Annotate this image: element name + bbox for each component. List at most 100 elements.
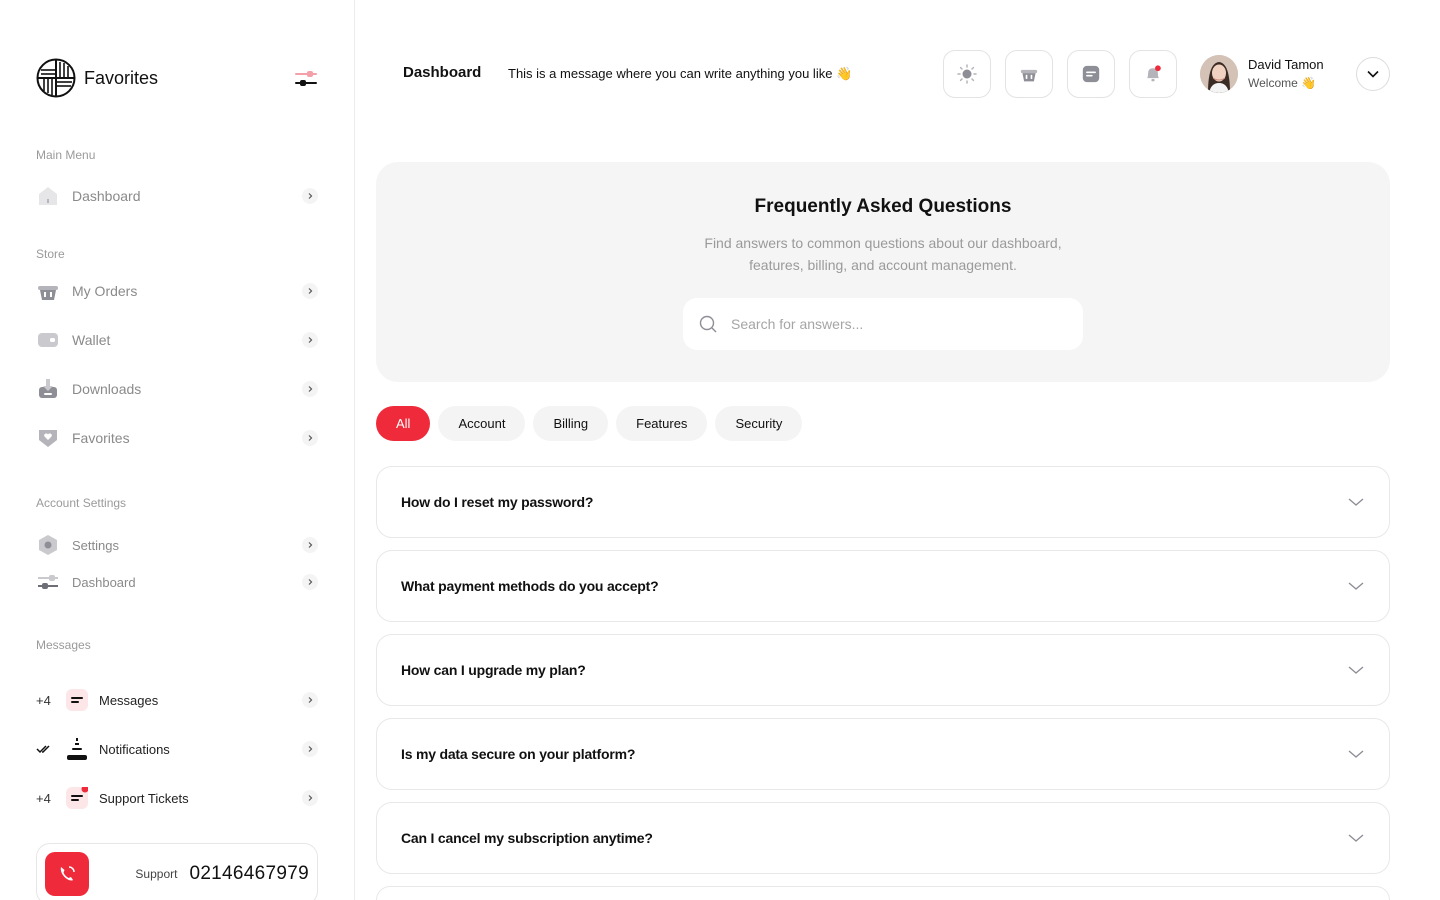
user-name: David Tamon bbox=[1248, 57, 1324, 72]
brand-name: Favorites bbox=[84, 67, 159, 88]
cart-button[interactable] bbox=[1005, 50, 1053, 98]
faq-title: Frequently Asked Questions bbox=[754, 196, 1012, 217]
sidebar-item-label: Settings bbox=[72, 537, 119, 553]
tab-account[interactable]: Account bbox=[438, 406, 526, 441]
message-count-badge: +4 bbox=[36, 692, 51, 708]
search-input[interactable] bbox=[731, 316, 1051, 332]
faq-item[interactable]: Is my data secure on your platform? bbox=[376, 718, 1390, 790]
faq-search bbox=[683, 298, 1083, 350]
download-icon bbox=[36, 377, 60, 401]
ticket-lines-icon bbox=[65, 786, 89, 810]
sidebar-item-support-tickets[interactable]: +4 Support Tickets bbox=[36, 783, 318, 813]
search-icon bbox=[699, 315, 717, 333]
sidebar-item-label: Notifications bbox=[99, 741, 170, 757]
brand-logo-icon bbox=[36, 58, 76, 98]
chevron-right-icon bbox=[302, 283, 318, 299]
chevron-right-icon bbox=[302, 332, 318, 348]
support-label: Support bbox=[135, 867, 178, 881]
faq-subtitle-line: features, billing, and account managemen… bbox=[749, 257, 1017, 273]
avatar[interactable] bbox=[1200, 55, 1238, 93]
tab-security[interactable]: Security bbox=[715, 406, 803, 441]
chevron-down-icon bbox=[1348, 750, 1364, 758]
sidebar-item-dashboard-settings[interactable]: Dashboard bbox=[36, 567, 318, 597]
chevron-down-icon bbox=[1348, 666, 1364, 674]
section-account-settings: Account Settings bbox=[36, 496, 127, 510]
faq-subtitle-line: Find answers to common questions about o… bbox=[704, 235, 1062, 251]
faq-item[interactable]: How can I upgrade my plan? bbox=[376, 634, 1390, 706]
section-main-menu: Main Menu bbox=[36, 148, 96, 162]
sidebar-item-dashboard[interactable]: Dashboard bbox=[36, 181, 318, 211]
bell-icon bbox=[65, 737, 89, 761]
faq-hero: Frequently Asked Questions Find answers … bbox=[376, 162, 1390, 382]
sidebar-toggle-icon[interactable] bbox=[294, 68, 318, 90]
tab-billing[interactable]: Billing bbox=[533, 406, 609, 441]
chevron-down-icon bbox=[1348, 582, 1364, 590]
hexagon-gear-icon bbox=[36, 533, 60, 557]
sidebar-item-notifications[interactable]: Notifications bbox=[36, 734, 318, 764]
double-check-icon bbox=[36, 742, 58, 757]
brand[interactable]: Favorites bbox=[36, 58, 158, 98]
sidebar-item-label: Favorites bbox=[72, 430, 130, 446]
sliders-icon bbox=[36, 570, 60, 594]
sidebar-item-label: Dashboard bbox=[72, 188, 141, 204]
faq-question: Can I cancel my subscription anytime? bbox=[401, 830, 653, 846]
basket-icon bbox=[36, 279, 60, 303]
sidebar-item-label: Dashboard bbox=[72, 574, 136, 590]
chevron-right-icon bbox=[302, 430, 318, 446]
bell-icon bbox=[1147, 65, 1161, 82]
notifications-button[interactable] bbox=[1129, 50, 1177, 98]
sidebar-item-label: My Orders bbox=[72, 283, 138, 299]
messages-button[interactable] bbox=[1067, 50, 1115, 98]
sidebar-item-my-orders[interactable]: My Orders bbox=[36, 276, 318, 306]
user-avatar-icon bbox=[1200, 55, 1238, 93]
sidebar-item-messages[interactable]: +4 Messages bbox=[36, 685, 318, 715]
theme-toggle-button[interactable] bbox=[943, 50, 991, 98]
chevron-right-icon bbox=[302, 692, 318, 708]
faq-item[interactable]: How do I reset my password? bbox=[376, 466, 1390, 538]
home-icon bbox=[36, 184, 60, 208]
message-icon bbox=[1082, 65, 1100, 83]
faq-subtitle: Find answers to common questions about o… bbox=[376, 232, 1390, 276]
message-lines-icon bbox=[65, 688, 89, 712]
sun-icon bbox=[957, 64, 977, 84]
faq-category-tabs: All Account Billing Features Security bbox=[376, 406, 803, 441]
sidebar: Favorites Main Menu Dashboard Store My O… bbox=[0, 0, 355, 900]
page-title: Dashboard bbox=[403, 64, 482, 81]
user-menu-button[interactable] bbox=[1356, 57, 1390, 91]
support-phone-number[interactable]: 02146467979 bbox=[189, 863, 309, 885]
chevron-right-icon bbox=[302, 537, 318, 553]
chevron-down-icon bbox=[1348, 834, 1364, 842]
user-welcome: Welcome 👋 bbox=[1248, 76, 1317, 90]
section-messages: Messages bbox=[36, 638, 91, 652]
chevron-right-icon bbox=[302, 188, 318, 204]
sidebar-item-label: Wallet bbox=[72, 332, 111, 348]
chevron-right-icon bbox=[302, 790, 318, 806]
chevron-right-icon bbox=[302, 741, 318, 757]
chevron-right-icon bbox=[302, 381, 318, 397]
faq-item[interactable]: What payment methods do you accept? bbox=[376, 550, 1390, 622]
sidebar-item-label: Downloads bbox=[72, 381, 142, 397]
chevron-down-icon bbox=[1348, 498, 1364, 506]
faq-question: How do I reset my password? bbox=[401, 494, 594, 510]
faq-item[interactable]: Can I cancel my subscription anytime? bbox=[376, 802, 1390, 874]
wallet-icon bbox=[36, 328, 60, 352]
faq-item-partial[interactable] bbox=[376, 886, 1390, 900]
sidebar-item-downloads[interactable]: Downloads bbox=[36, 374, 318, 404]
sidebar-item-wallet[interactable]: Wallet bbox=[36, 325, 318, 355]
basket-icon bbox=[1020, 69, 1038, 82]
sidebar-item-label: Support Tickets bbox=[99, 790, 189, 806]
phone-call-button[interactable] bbox=[45, 852, 89, 896]
sidebar-item-favorites[interactable]: Favorites bbox=[36, 423, 318, 453]
message-count-badge: +4 bbox=[36, 790, 51, 806]
faq-question: How can I upgrade my plan? bbox=[401, 662, 586, 678]
chevron-right-icon bbox=[302, 574, 318, 590]
chevron-down-icon bbox=[1367, 70, 1379, 78]
header-message: This is a message where you can write an… bbox=[508, 66, 853, 81]
heart-shield-icon bbox=[36, 426, 60, 450]
support-card: Support 02146467979 bbox=[36, 843, 318, 900]
tab-features[interactable]: Features bbox=[616, 406, 708, 441]
tab-all[interactable]: All bbox=[376, 406, 431, 441]
phone-icon bbox=[60, 866, 75, 881]
sidebar-item-settings[interactable]: Settings bbox=[36, 530, 318, 560]
faq-question: What payment methods do you accept? bbox=[401, 578, 659, 594]
